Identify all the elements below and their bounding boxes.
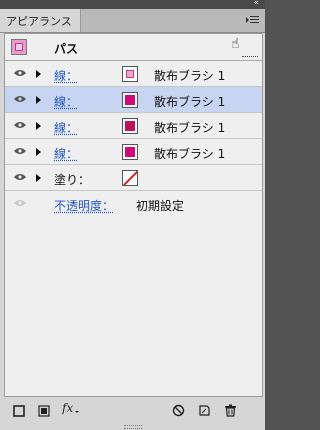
object-type-title: パス (54, 42, 79, 56)
stroke-color-swatch[interactable] (122, 118, 138, 134)
stroke-row[interactable]: 線： 散布ブラシ 1 (5, 61, 262, 87)
stroke-label-link[interactable]: 線： (54, 145, 78, 162)
stroke-label-link[interactable]: 線： (54, 93, 78, 110)
svg-text:fx: fx (62, 401, 73, 415)
fill-row[interactable]: 塗り： (5, 165, 262, 191)
opacity-value: 初期設定 (136, 199, 185, 213)
brush-name: 散布ブラシ 1 (154, 69, 226, 83)
stroke-color-swatch[interactable] (122, 66, 138, 82)
clear-appearance-icon[interactable] (172, 402, 185, 421)
stroke-row[interactable]: 線： 散布ブラシ 1 (5, 113, 262, 139)
panel-tabstrip: アピアランス (0, 9, 265, 33)
visibility-eye-icon-disabled (14, 199, 26, 207)
expand-triangle-icon[interactable] (36, 148, 41, 156)
duplicate-item-icon[interactable] (198, 402, 211, 421)
add-effect-fx-icon[interactable]: fx (61, 400, 80, 420)
appearance-header: パス ☝ (5, 34, 262, 61)
tab-appearance-label: アピアランス (6, 15, 72, 28)
brush-name: 散布ブラシ 1 (154, 121, 226, 135)
appearance-panel: « アピアランス パス ☝ 線： 散布ブラシ 1 線： 散布ブラシ 1 線： 散… (0, 0, 265, 430)
expand-triangle-icon[interactable] (36, 174, 41, 182)
panel-resize-grip[interactable] (124, 425, 142, 429)
panel-bottom-toolbar: fx (0, 397, 265, 422)
stroke-label-link[interactable]: 線： (54, 67, 78, 84)
visibility-eye-icon[interactable] (14, 173, 26, 181)
visibility-eye-icon[interactable] (14, 69, 26, 77)
delete-item-trash-icon[interactable] (224, 402, 237, 421)
fill-none-swatch[interactable] (122, 170, 138, 186)
opacity-row[interactable]: 不透明度： 初期設定 (5, 191, 262, 217)
expand-triangle-icon[interactable] (36, 96, 41, 104)
brush-name: 散布ブラシ 1 (154, 147, 226, 161)
stroke-row-selected[interactable]: 線： 散布ブラシ 1 (5, 87, 262, 113)
stroke-color-swatch[interactable] (122, 144, 138, 160)
add-new-stroke-icon[interactable] (13, 402, 25, 421)
opacity-label-link[interactable]: 不透明度： (54, 197, 114, 214)
fill-label: 塗り： (54, 173, 91, 187)
stroke-row[interactable]: 線： 散布ブラシ 1 (5, 139, 262, 165)
tab-appearance[interactable]: アピアランス (0, 9, 81, 32)
appearance-list: パス ☝ 線： 散布ブラシ 1 線： 散布ブラシ 1 線： 散布ブラシ 1 線：… (4, 33, 263, 397)
path-thumbnail (11, 39, 27, 55)
panel-menu-icon[interactable] (246, 14, 260, 26)
hand-cursor-icon: ☝ (231, 36, 240, 52)
stroke-color-swatch[interactable] (122, 92, 138, 108)
stroke-label-link[interactable]: 線： (54, 119, 78, 136)
drag-handle[interactable] (242, 50, 258, 57)
expand-triangle-icon[interactable] (36, 70, 41, 78)
expand-triangle-icon[interactable] (36, 122, 41, 130)
panel-topbar: « (0, 0, 265, 9)
collapse-panel-button[interactable]: « (253, 0, 259, 9)
visibility-eye-icon[interactable] (14, 121, 26, 129)
brush-name: 散布ブラシ 1 (154, 95, 226, 109)
visibility-eye-icon[interactable] (14, 147, 26, 155)
add-new-fill-icon[interactable] (38, 402, 50, 421)
visibility-eye-icon[interactable] (14, 95, 26, 103)
